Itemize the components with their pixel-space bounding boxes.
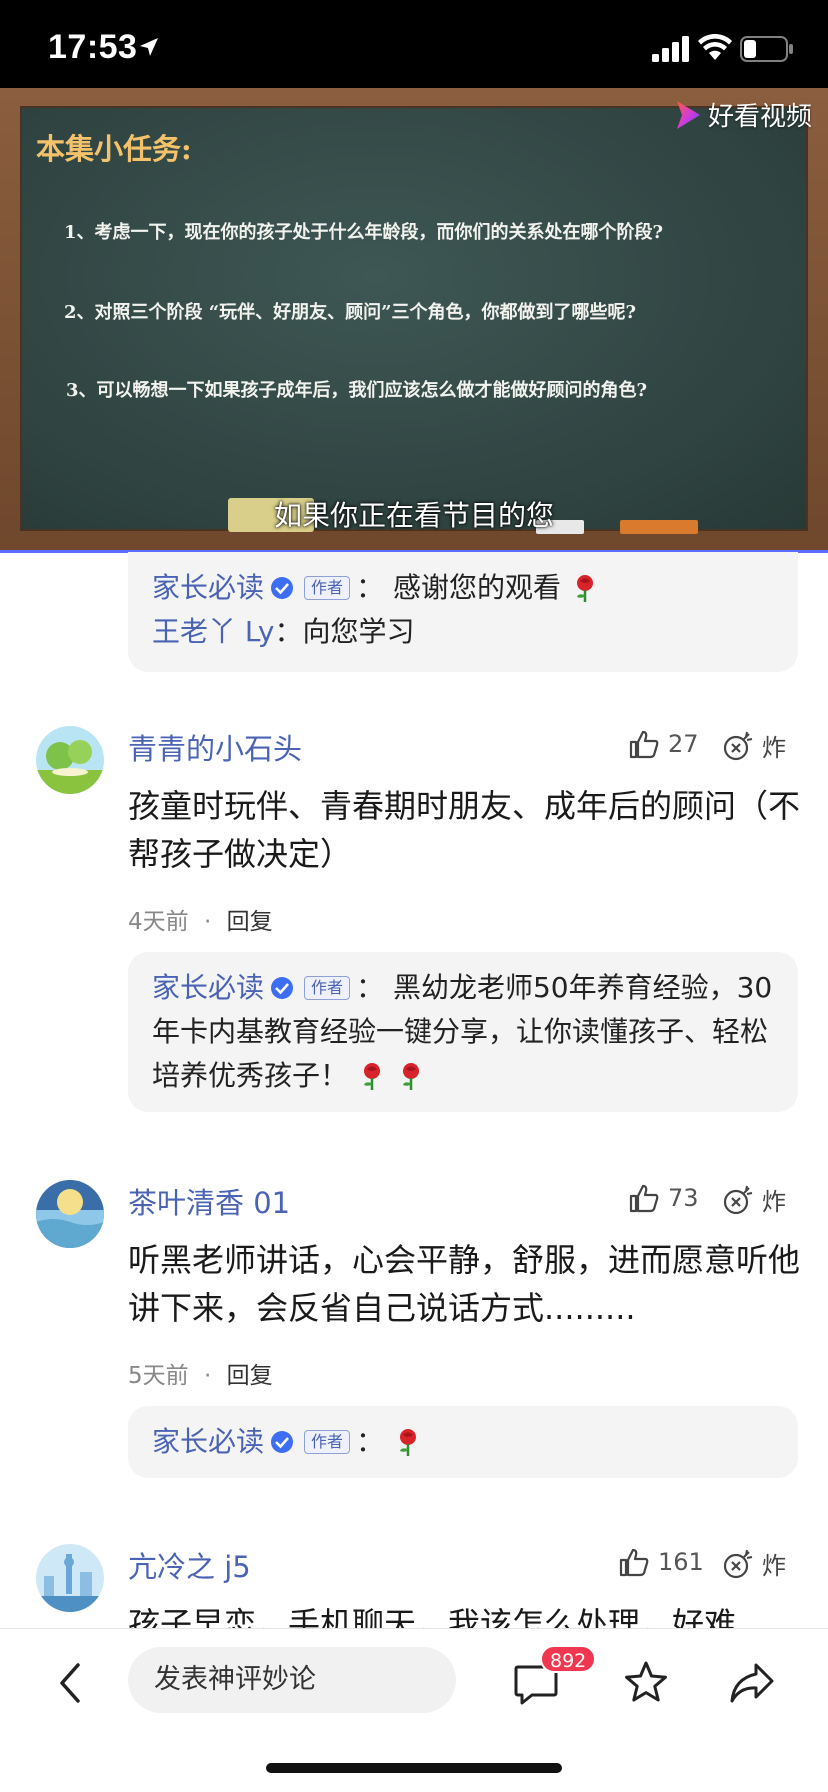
author-tag: 作者 bbox=[304, 576, 351, 600]
reply-sep: ： bbox=[274, 615, 303, 648]
rose-icon bbox=[576, 575, 593, 602]
verified-icon bbox=[271, 1431, 294, 1453]
meta-dot: · bbox=[203, 1363, 212, 1389]
reply-author[interactable]: 家长必读 bbox=[152, 971, 264, 1004]
like-button[interactable]: 27 bbox=[628, 728, 699, 760]
reply-sep: ： bbox=[356, 571, 385, 604]
board-line-1: 1、考虑一下，现在你的孩子处于什么年龄段，而你们的关系处在哪个阶段? bbox=[64, 222, 664, 243]
haokan-brand: 好看视频 bbox=[674, 96, 812, 133]
reply-author[interactable]: 家长必读 bbox=[152, 571, 264, 604]
comment-time: 5天前 bbox=[128, 1363, 189, 1389]
verified-icon bbox=[271, 977, 294, 999]
comment-author[interactable]: 亢冷之 j5 bbox=[128, 1544, 251, 1586]
rose-icon bbox=[402, 1063, 419, 1090]
author-tag: 作者 bbox=[304, 976, 351, 1000]
reply-author[interactable]: 王老丫 Ly bbox=[152, 615, 275, 648]
zha-label: 炸 bbox=[762, 1188, 786, 1216]
bomb-icon bbox=[723, 1185, 753, 1214]
comment-author[interactable]: 青青的小石头 bbox=[128, 726, 302, 768]
battery-icon bbox=[740, 36, 793, 62]
reply-link[interactable]: 回复 bbox=[227, 909, 273, 935]
avatar-image bbox=[36, 1544, 104, 1612]
board-line-3: 3、可以畅想一下如果孩子成年后，我们应该怎么做才能做好顾问的角色? bbox=[66, 380, 648, 401]
reply-thread: 家长必读 作者： 感谢您的观看 王老丫 Ly：向您学习 bbox=[128, 552, 798, 672]
like-button[interactable]: 73 bbox=[628, 1182, 699, 1214]
avatar[interactable] bbox=[36, 726, 104, 794]
bomb-icon bbox=[723, 1549, 753, 1578]
brand-name: 好看视频 bbox=[707, 102, 812, 132]
bottom-bar: 发表神评妙论 892 bbox=[0, 1628, 828, 1792]
status-bar: 17:53 bbox=[0, 0, 828, 88]
back-arrow-icon[interactable] bbox=[52, 1659, 88, 1707]
zha-button[interactable]: 炸 bbox=[722, 728, 786, 763]
avatar-image bbox=[36, 726, 104, 794]
reply-thread: 家长必读 作者： 黑幼龙老师50年养育经验，30年卡内基教育经验一键分享，让你读懂… bbox=[128, 952, 798, 1112]
reply-item[interactable]: 家长必读 作者： 黑幼龙老师50年养育经验，30年卡内基教育经验一键分享，让你读懂… bbox=[152, 966, 774, 1098]
comment-meta: 5天前 · 回复 bbox=[128, 1356, 273, 1390]
reply-sep: ： bbox=[356, 971, 385, 1004]
reply-item[interactable]: 家长必读 作者： bbox=[152, 1420, 774, 1464]
reply-link[interactable]: 回复 bbox=[227, 1363, 273, 1389]
comment-input[interactable]: 发表神评妙论 bbox=[128, 1647, 456, 1713]
home-indicator bbox=[266, 1763, 562, 1773]
like-button[interactable]: 161 bbox=[618, 1546, 704, 1578]
bomb-icon bbox=[723, 731, 753, 760]
comment-text: 听黑老师讲话，心会平静，舒服，进而愿意听他讲下来，会反省自己说话方式......… bbox=[128, 1241, 801, 1327]
reply-thread: 家长必读 作者： bbox=[128, 1406, 798, 1478]
zha-button[interactable]: 炸 bbox=[722, 1546, 786, 1581]
avatar[interactable] bbox=[36, 1544, 104, 1612]
like-count: 161 bbox=[658, 1548, 704, 1576]
comment-time: 4天前 bbox=[128, 909, 189, 935]
zha-label: 炸 bbox=[762, 1552, 786, 1580]
author-tag: 作者 bbox=[304, 1430, 351, 1454]
comment-text: 孩童时玩伴、青春期时朋友、成年后的顾问（不帮孩子做决定） bbox=[128, 787, 801, 873]
video-player[interactable]: 本集小任务: 1、考虑一下，现在你的孩子处于什么年龄段，而你们的关系处在哪个阶段… bbox=[0, 88, 828, 550]
board-title: 本集小任务: bbox=[36, 132, 192, 166]
wifi-icon bbox=[698, 34, 732, 60]
avatar[interactable] bbox=[36, 1180, 104, 1248]
thumbs-up-icon bbox=[629, 730, 659, 759]
zha-label: 炸 bbox=[762, 734, 786, 762]
comment-author[interactable]: 茶叶清香 01 bbox=[128, 1180, 290, 1222]
location-arrow-icon bbox=[140, 38, 158, 56]
share-icon[interactable] bbox=[728, 1661, 776, 1705]
star-icon[interactable] bbox=[622, 1659, 670, 1707]
avatar-image bbox=[36, 1180, 104, 1248]
comment-meta: 4天前 · 回复 bbox=[128, 902, 273, 936]
zha-button[interactable]: 炸 bbox=[722, 1182, 786, 1217]
reply-sep: ： bbox=[356, 1425, 385, 1458]
status-time: 17:53 bbox=[48, 28, 138, 66]
rose-icon bbox=[363, 1063, 380, 1090]
thumbs-up-icon bbox=[619, 1548, 649, 1577]
haokan-logo-icon bbox=[676, 100, 700, 129]
reply-author[interactable]: 家长必读 bbox=[152, 1425, 264, 1458]
comment-count-badge: 892 bbox=[540, 1645, 597, 1673]
cellular-signal-icon bbox=[652, 36, 689, 62]
like-count: 27 bbox=[668, 730, 699, 758]
video-subtitle: 如果你正在看节目的您 bbox=[273, 499, 554, 532]
rose-icon bbox=[399, 1429, 416, 1456]
verified-icon bbox=[271, 577, 294, 599]
reply-item[interactable]: 家长必读 作者： 感谢您的观看 bbox=[152, 566, 774, 610]
reply-text: 感谢您的观看 bbox=[392, 571, 561, 604]
reply-item[interactable]: 王老丫 Ly：向您学习 bbox=[152, 610, 774, 654]
thumbs-up-icon bbox=[629, 1184, 659, 1213]
reply-text: 向您学习 bbox=[302, 615, 415, 648]
like-count: 73 bbox=[668, 1184, 699, 1212]
board-line-2: 2、对照三个阶段 “玩伴、好朋友、顾问”三个角色，你都做到了哪些呢? bbox=[64, 302, 637, 323]
meta-dot: · bbox=[203, 909, 212, 935]
